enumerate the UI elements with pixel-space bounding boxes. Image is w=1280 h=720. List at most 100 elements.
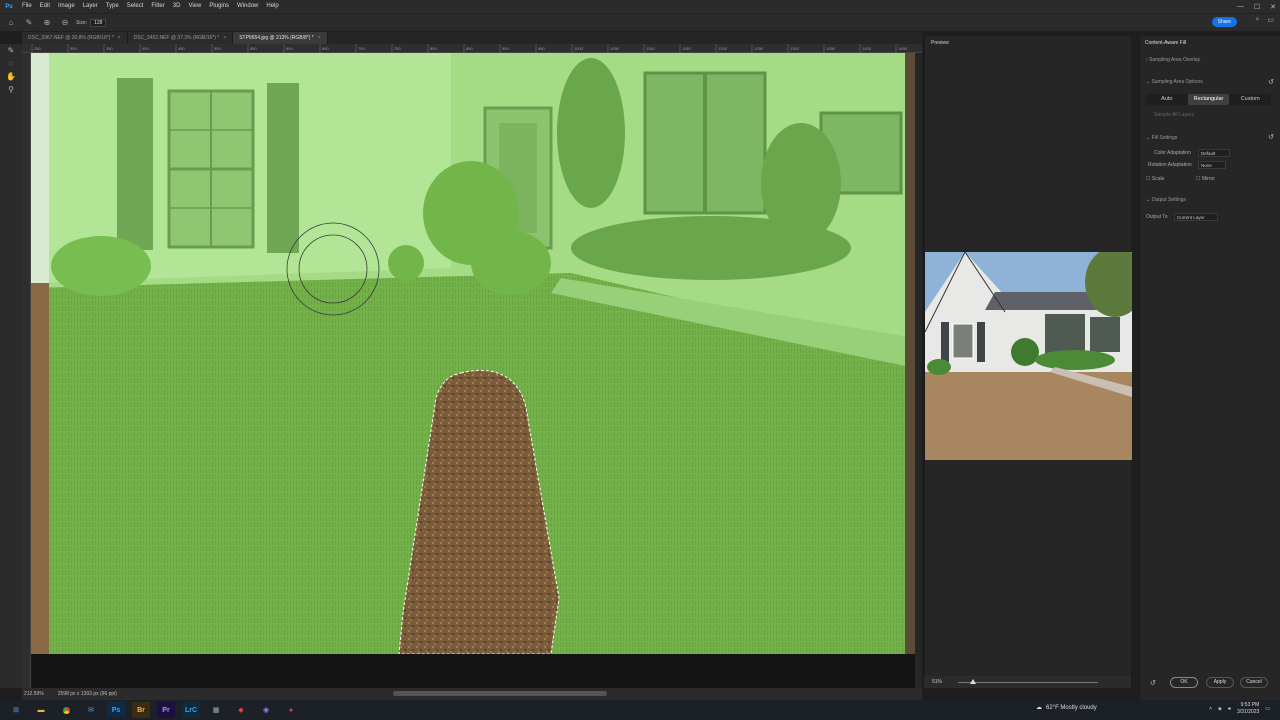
brush-tool-icon[interactable]: ✎ bbox=[0, 44, 22, 57]
volume-icon[interactable]: 🔊︎ bbox=[1228, 706, 1231, 712]
ruler-tick-label: 600 bbox=[286, 46, 293, 51]
lasso-tool-icon[interactable]: ◌ bbox=[0, 57, 22, 70]
app-icon[interactable]: ◉ bbox=[257, 702, 275, 718]
window-controls: — ☐ ✕ bbox=[1237, 0, 1276, 13]
cancel-button[interactable]: Cancel bbox=[1240, 677, 1268, 688]
close-tab-icon[interactable]: × bbox=[318, 35, 321, 41]
menu-layer[interactable]: Layer bbox=[79, 0, 102, 13]
preview-title: Preview bbox=[931, 40, 949, 46]
menu-filter[interactable]: Filter bbox=[147, 0, 168, 13]
ruler-tick-label: 1350 bbox=[826, 46, 836, 51]
menu-plugins[interactable]: Plugins bbox=[205, 0, 233, 13]
color-adaptation-dropdown[interactable]: Default bbox=[1198, 149, 1230, 157]
reset-icon[interactable]: ↺ bbox=[1268, 78, 1274, 86]
size-input[interactable]: 128 bbox=[90, 18, 107, 27]
share-button[interactable]: Share bbox=[1211, 17, 1237, 27]
lightroom-classic-icon[interactable]: LrC bbox=[182, 702, 200, 718]
document-tab[interactable]: STP9654.jpg @ 213% (RGB/8*) * × bbox=[233, 32, 328, 44]
document-tab[interactable]: DSC_3452.NEF @ 37.3% (RGB/16*) * × bbox=[127, 32, 234, 44]
clock[interactable]: 9:53 PM 3/31/2023 bbox=[1237, 702, 1259, 716]
close-icon[interactable]: ✕ bbox=[1270, 3, 1276, 11]
chrome-icon[interactable] bbox=[57, 702, 75, 718]
scale-checkbox[interactable]: ☐ Scale bbox=[1146, 176, 1164, 182]
photoshop-taskbar-icon[interactable]: Ps bbox=[107, 702, 125, 718]
menu-file[interactable]: File bbox=[18, 0, 36, 13]
preview-zoom-value[interactable]: 51% bbox=[932, 679, 942, 685]
ruler-tick-label: 250 bbox=[34, 46, 41, 51]
reset-all-icon[interactable]: ↺ bbox=[1150, 679, 1156, 687]
top-right-icons: ⌕ ▭ bbox=[1255, 16, 1274, 24]
notification-icon[interactable]: ▭ bbox=[1265, 706, 1270, 712]
add-mode-icon[interactable]: ⊕ bbox=[40, 16, 54, 30]
network-icon[interactable]: ◈ bbox=[1218, 706, 1222, 712]
ok-button[interactable]: OK bbox=[1170, 677, 1198, 688]
start-icon[interactable]: ⊞ bbox=[7, 702, 25, 718]
workspace-icon[interactable]: ▭ bbox=[1267, 16, 1274, 24]
home-icon[interactable]: ⌂ bbox=[4, 16, 18, 30]
ruler-tick-label: 450 bbox=[178, 46, 185, 51]
app-icon[interactable]: ◆ bbox=[232, 702, 250, 718]
file-explorer-icon[interactable]: ▬ bbox=[32, 702, 50, 718]
document-tab[interactable]: DSC_3367.NEF @ 20.8% (RGB/16*) * × bbox=[22, 32, 128, 44]
mode-rectangular[interactable]: Rectangular bbox=[1187, 94, 1230, 105]
minimize-icon[interactable]: — bbox=[1237, 3, 1244, 10]
fill-settings-section[interactable]: ⌄ Fill Settings bbox=[1146, 135, 1177, 141]
maximize-icon[interactable]: ☐ bbox=[1254, 3, 1260, 11]
preview-panel: Preview bbox=[924, 36, 1132, 688]
search-icon[interactable]: ⌕ bbox=[1255, 16, 1259, 24]
horizontal-ruler: 250 300 350 400 450 500 550 600 650 700 750 800 850 9… bbox=[22, 44, 922, 53]
mirror-checkbox[interactable]: ☐ Mirror bbox=[1196, 176, 1215, 182]
menu-window[interactable]: Window bbox=[233, 0, 262, 13]
vertical-ruler bbox=[22, 53, 31, 688]
menu-help[interactable]: Help bbox=[262, 0, 282, 13]
premiere-icon[interactable]: Pr bbox=[157, 702, 175, 718]
zoom-level[interactable]: 212.59% bbox=[24, 691, 44, 697]
reset-icon[interactable]: ↺ bbox=[1268, 133, 1274, 141]
slider-thumb[interactable] bbox=[970, 678, 977, 684]
preview-zoom-slider[interactable] bbox=[958, 678, 1099, 684]
ruler-tick-label: 1000 bbox=[574, 46, 584, 51]
ruler-tick-label: 550 bbox=[250, 46, 257, 51]
subtract-mode-icon[interactable]: ⊖ bbox=[58, 16, 72, 30]
options-bar: ⌂ ✎ ⊕ ⊖ Size: 128 bbox=[0, 13, 1280, 31]
mode-auto[interactable]: Auto bbox=[1146, 94, 1188, 105]
panel-title: Content-Aware Fill bbox=[1145, 40, 1187, 46]
system-tray: ˄ ◈ 🔊︎ 9:53 PM 3/31/2023 ▭ bbox=[1209, 702, 1270, 716]
horizontal-scrollbar[interactable] bbox=[393, 691, 607, 696]
weather-text: 62°F Mostly cloudy bbox=[1046, 704, 1097, 711]
weather-widget[interactable]: ☁ 62°F Mostly cloudy bbox=[1036, 704, 1097, 712]
outlook-icon[interactable]: ✉ bbox=[82, 702, 100, 718]
menu-3d[interactable]: 3D bbox=[169, 0, 185, 13]
brush-tool-icon[interactable]: ✎ bbox=[22, 16, 36, 30]
menu-image[interactable]: Image bbox=[54, 0, 79, 13]
tab-label: DSC_3367.NEF @ 20.8% (RGB/16*) * bbox=[28, 35, 114, 41]
document-canvas[interactable] bbox=[31, 53, 915, 654]
menu-edit[interactable]: Edit bbox=[36, 0, 54, 13]
ruler-tick-label: 1200 bbox=[718, 46, 728, 51]
bridge-icon[interactable]: Br bbox=[132, 702, 150, 718]
sampling-options-section[interactable]: ⌄ Sampling Area Options bbox=[1146, 79, 1203, 85]
menu-type[interactable]: Type bbox=[102, 0, 123, 13]
hand-tool-icon[interactable]: ✋ bbox=[0, 70, 22, 83]
sampling-overlay-section[interactable]: › Sampling Area Overlay bbox=[1146, 57, 1200, 63]
mode-custom[interactable]: Custom bbox=[1229, 94, 1271, 105]
document-tabs: DSC_3367.NEF @ 20.8% (RGB/16*) * × DSC_345… bbox=[22, 32, 922, 44]
close-tab-icon[interactable]: × bbox=[118, 35, 121, 41]
vertical-scrollbar[interactable] bbox=[915, 53, 922, 688]
sample-all-layers-checkbox[interactable]: Sample All Layers bbox=[1154, 112, 1194, 118]
output-to-dropdown[interactable]: Current Layer bbox=[1174, 213, 1218, 221]
output-settings-section[interactable]: ⌄ Output Settings bbox=[1146, 197, 1186, 203]
apply-button[interactable]: Apply bbox=[1206, 677, 1234, 688]
menu-select[interactable]: Select bbox=[123, 0, 148, 13]
ruler-tick-label: 500 bbox=[214, 46, 221, 51]
menu-view[interactable]: View bbox=[184, 0, 205, 13]
ruler-tick-label: 750 bbox=[394, 46, 401, 51]
tools-panel: ✎ ◌ ✋ ⚲ bbox=[0, 44, 22, 688]
app-icon[interactable]: ● bbox=[282, 702, 300, 718]
ruler-tick-label: 1150 bbox=[682, 46, 691, 51]
app-icon[interactable]: ▦ bbox=[207, 702, 225, 718]
chevron-up-icon[interactable]: ˄ bbox=[1209, 706, 1212, 712]
rotation-adaptation-dropdown[interactable]: None bbox=[1198, 161, 1226, 169]
close-tab-icon[interactable]: × bbox=[223, 35, 226, 41]
zoom-tool-icon[interactable]: ⚲ bbox=[0, 83, 22, 96]
